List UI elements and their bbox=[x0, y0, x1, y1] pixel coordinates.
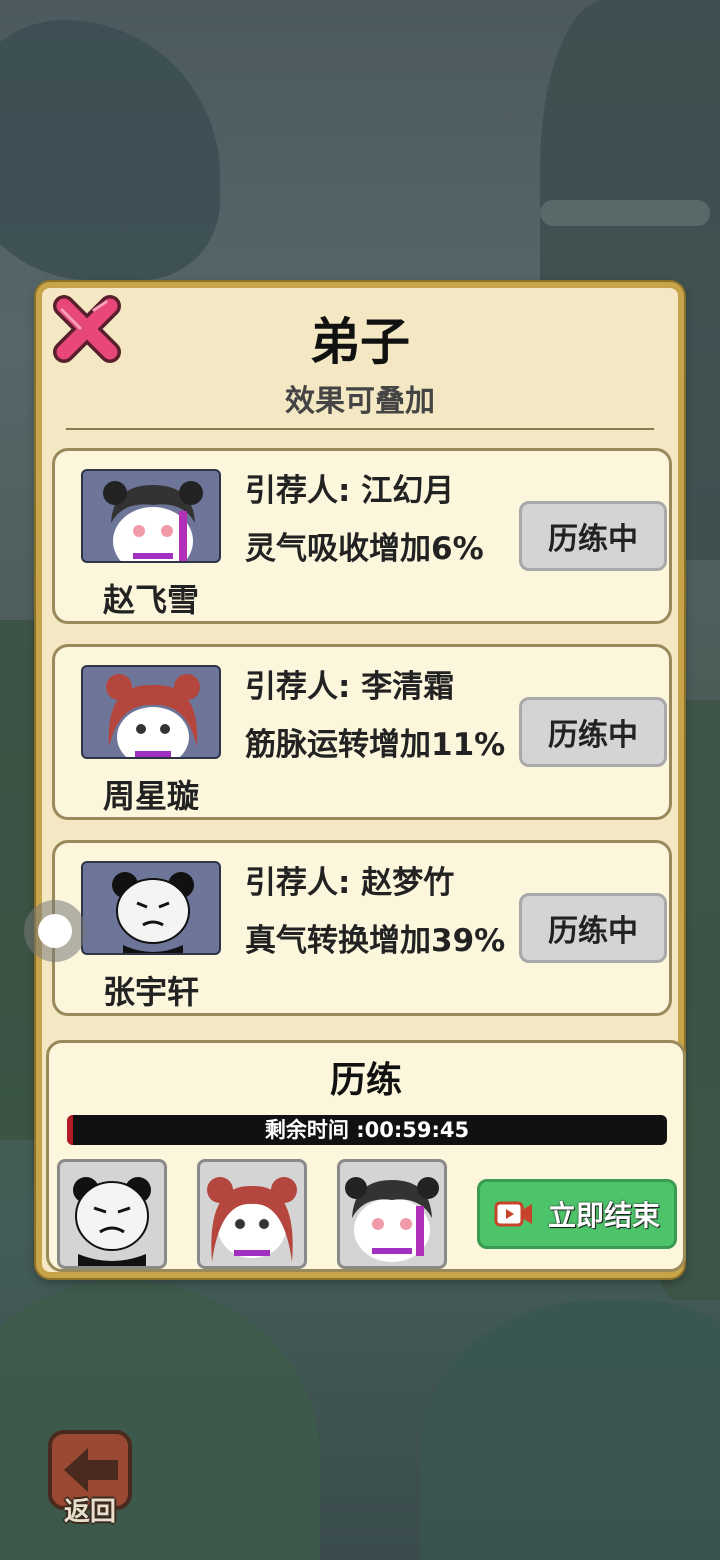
training-status-button[interactable]: 历练中 bbox=[519, 501, 667, 571]
disciple-name: 赵飞雪 bbox=[102, 581, 199, 619]
training-slot-panda[interactable] bbox=[57, 1159, 167, 1269]
panda-face-icon bbox=[73, 1177, 151, 1266]
black-hair-girl-avatar bbox=[81, 469, 221, 563]
training-title: 历练 bbox=[329, 1060, 402, 1101]
red-hair-girl-avatar bbox=[81, 665, 221, 759]
training-slot-black-hair[interactable] bbox=[337, 1159, 447, 1269]
training-section: 历练 剩余时间 :00:59:45 立即结束 bbox=[46, 1040, 686, 1272]
effect-text: 筋脉运转增加11% bbox=[245, 727, 506, 763]
end-now-button[interactable]: 立即结束 bbox=[477, 1179, 677, 1249]
video-ad-icon bbox=[494, 1201, 532, 1227]
disciple-name: 张宇轩 bbox=[102, 973, 199, 1011]
recommender-text: 引荐人: 江幻月 bbox=[245, 473, 455, 509]
training-slot-red-hair[interactable] bbox=[197, 1159, 307, 1269]
effect-text: 真气转换增加39% bbox=[245, 923, 506, 959]
black-hair-girl-icon bbox=[345, 1177, 439, 1262]
disciple-card: 张宇轩 引荐人: 赵梦竹 真气转换增加39% 历练中 bbox=[52, 840, 672, 1016]
end-now-label: 立即结束 bbox=[547, 1199, 660, 1232]
disciple-name: 周星璇 bbox=[102, 777, 199, 815]
timer-progress-bar: 剩余时间 :00:59:45 bbox=[67, 1115, 667, 1145]
floating-assist-button[interactable] bbox=[24, 900, 86, 962]
recommender-text: 引荐人: 赵梦竹 bbox=[245, 865, 455, 901]
dialog-subtitle: 效果可叠加 bbox=[285, 384, 435, 419]
recommender-text: 引荐人: 李清霜 bbox=[245, 669, 455, 705]
disciple-card: 周星璇 引荐人: 李清霜 筋脉运转增加11% 历练中 bbox=[52, 644, 672, 820]
dialog-title: 弟子 bbox=[310, 313, 410, 371]
timer-text: 剩余时间 :00:59:45 bbox=[264, 1118, 470, 1142]
training-status-button[interactable]: 历练中 bbox=[519, 893, 667, 963]
panda-face-avatar bbox=[81, 861, 221, 955]
disciple-card: 赵飞雪 引荐人: 江幻月 灵气吸收增加6% 历练中 bbox=[52, 448, 672, 624]
disciples-dialog: 弟子 效果可叠加 赵飞雪 引荐人: 江幻月 灵气吸收增加6% 历练中 周星璇 引… bbox=[36, 282, 686, 1278]
divider bbox=[66, 428, 654, 430]
back-label: 返回 bbox=[63, 1497, 116, 1527]
training-status-button[interactable]: 历练中 bbox=[519, 697, 667, 767]
back-button[interactable]: 返回 bbox=[48, 1430, 132, 1530]
effect-text: 灵气吸收增加6% bbox=[245, 531, 484, 567]
red-hair-girl-icon bbox=[207, 1177, 297, 1262]
